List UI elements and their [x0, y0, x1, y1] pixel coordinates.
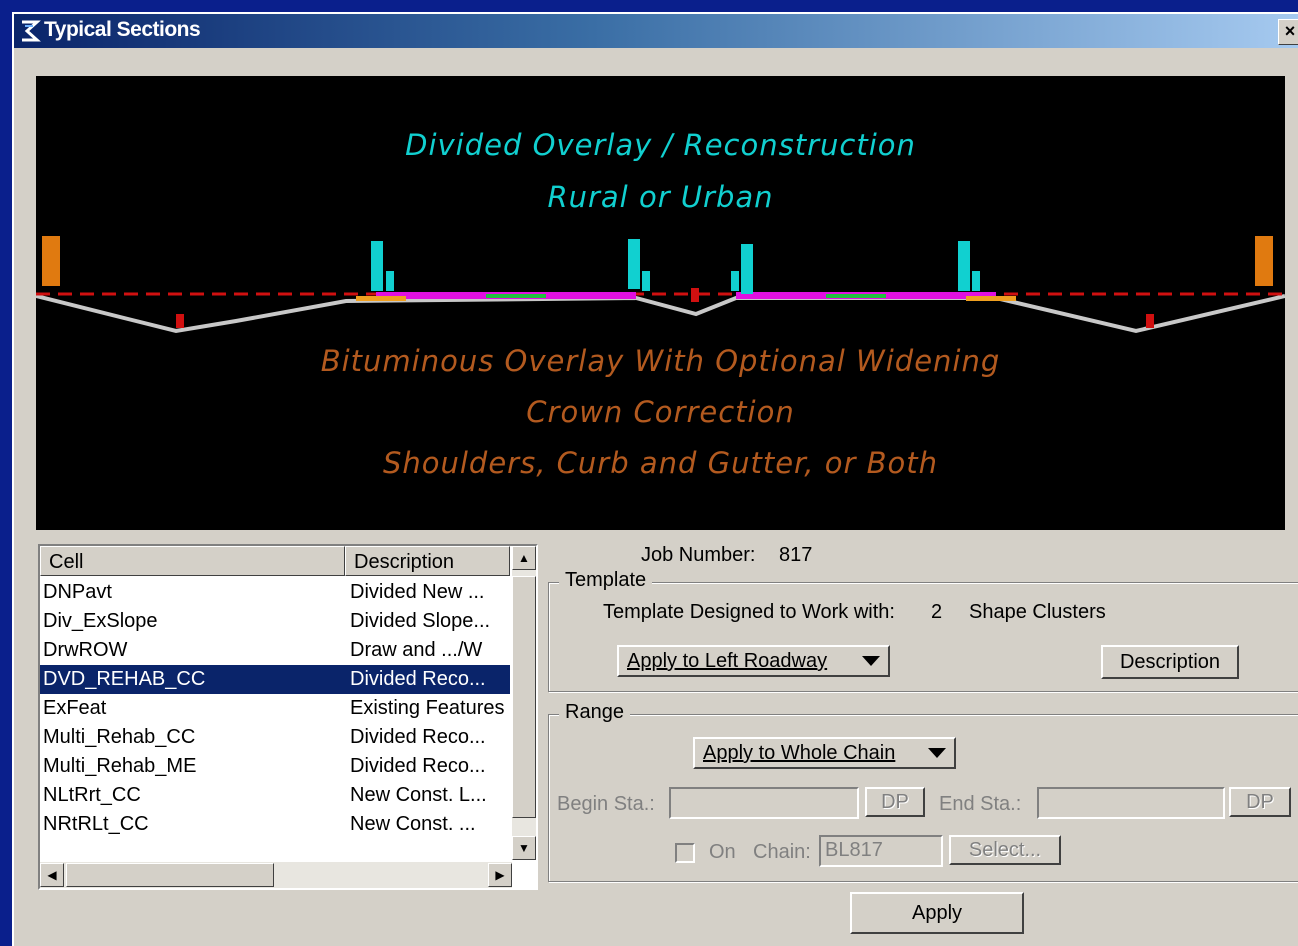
cell-description: Divided New ... [350, 581, 485, 603]
chain-select-button[interactable]: Select... [949, 835, 1061, 865]
widening-left [356, 296, 406, 301]
scroll-down-button[interactable]: ▼ [512, 836, 536, 860]
preview-desc-3: Shoulders, Curb and Gutter, or Both [382, 446, 939, 480]
section-preview: Divided Overlay / Reconstruction Rural o… [36, 76, 1285, 530]
list-header: Cell Description [40, 546, 510, 578]
clusters-label: Shape Clusters [969, 601, 1106, 623]
on-label: On [709, 841, 736, 863]
edge-mark-left [42, 236, 60, 286]
horizontal-scroll-thumb[interactable] [66, 863, 274, 887]
vertical-scrollbar[interactable]: ▲ ▼ [512, 546, 536, 860]
list-item[interactable]: Div_ExSlope Divided Slope... [40, 607, 510, 636]
template-apply-value: Apply to Left Roadway [627, 650, 828, 672]
curb-symbols [371, 239, 980, 294]
scroll-up-button[interactable]: ▲ [512, 546, 536, 570]
cell-description: New Const. ... [350, 813, 476, 835]
app-logo-icon [22, 20, 41, 42]
list-rows: DNPavt Divided New ... Div_ExSlope Divided … [40, 578, 510, 839]
preview-subtitle: Rural or Urban [547, 180, 774, 214]
cell-name: DVD_REHAB_CC [43, 668, 206, 690]
curb-symbol [628, 239, 640, 289]
edge-mark-right [1255, 236, 1273, 286]
end-station-input[interactable] [1037, 787, 1225, 819]
list-item[interactable]: DVD_REHAB_CC Divided Reco... [40, 665, 510, 694]
curb-symbol [958, 241, 970, 291]
clusters-count: 2 [931, 601, 943, 623]
begin-station-input[interactable] [669, 787, 859, 819]
cell-name: DrwROW [43, 639, 128, 661]
list-item[interactable]: DrwROW Draw and .../W [40, 636, 510, 665]
curb-symbol [371, 241, 383, 291]
ground-line [36, 294, 1285, 334]
job-number-label: Job Number: [641, 544, 756, 566]
horizontal-scrollbar[interactable]: ◀ ▶ [40, 862, 512, 888]
chain-label: Chain: [753, 841, 811, 863]
range-group: Range Apply to Whole Chain Begin Sta.: D… [548, 701, 1298, 882]
list-item[interactable]: NRtRLt_CC New Const. ... [40, 810, 510, 839]
range-apply-dropdown[interactable]: Apply to Whole Chain [693, 737, 956, 769]
cell-name: DNPavt [43, 581, 112, 603]
ditch-marker [176, 314, 184, 328]
cell-name: Multi_Rehab_CC [43, 726, 196, 748]
range-apply-value: Apply to Whole Chain [703, 742, 896, 764]
cell-list[interactable]: Cell Description DNPavt Divided New ... Di… [38, 544, 538, 890]
template-designed-label: Template Designed to Work with: [603, 601, 895, 623]
range-group-title: Range [559, 701, 630, 724]
curb-symbol [386, 271, 394, 291]
list-item[interactable]: NLtRrt_CC New Const. L... [40, 781, 510, 810]
list-item[interactable]: Multi_Rehab_ME Divided Reco... [40, 752, 510, 781]
curb-symbol [741, 244, 753, 294]
cell-description: New Const. L... [350, 784, 487, 806]
preview-title: Divided Overlay / Reconstruction [405, 128, 916, 162]
close-button[interactable]: × [1278, 19, 1298, 45]
job-number-value: 817 [779, 544, 813, 566]
list-item[interactable]: Multi_Rehab_CC Divided Reco... [40, 723, 510, 752]
cell-name: ExFeat [43, 697, 107, 719]
vertical-scroll-thumb[interactable] [512, 576, 536, 818]
typical-sections-dialog: Typical Sections × Divided Overlay / Rec… [12, 12, 1298, 946]
curb-symbol [972, 271, 980, 291]
curb-symbol [642, 271, 650, 291]
median-marker [691, 288, 699, 302]
column-header-cell[interactable]: Cell [40, 546, 345, 576]
scroll-right-button[interactable]: ▶ [488, 863, 512, 887]
title-bar[interactable]: Typical Sections × [14, 14, 1298, 48]
curb-symbol [731, 271, 739, 291]
on-chain-checkbox[interactable] [675, 843, 695, 863]
begin-dp-button[interactable]: DP [865, 787, 925, 817]
green-left [486, 294, 546, 298]
chain-input[interactable]: BL817 [819, 835, 943, 867]
cell-description: Draw and .../W [350, 639, 483, 661]
end-station-label: End Sta.: [939, 793, 1022, 815]
template-group-title: Template [559, 569, 653, 592]
list-item[interactable]: ExFeat Existing Features [40, 694, 510, 723]
window-title: Typical Sections [44, 18, 201, 41]
column-header-description[interactable]: Description [345, 546, 510, 576]
ditch-marker [1146, 314, 1154, 328]
preview-desc-2: Crown Correction [526, 395, 795, 429]
green-right [826, 294, 886, 298]
cell-name: Multi_Rehab_ME [43, 755, 197, 777]
template-apply-dropdown[interactable]: Apply to Left Roadway [617, 645, 890, 677]
end-dp-button[interactable]: DP [1229, 787, 1291, 817]
cell-name: NLtRrt_CC [43, 784, 141, 806]
template-group: Template Template Designed to Work with:… [548, 569, 1298, 692]
cell-description: Divided Reco... [350, 668, 486, 690]
widening-right [966, 296, 1016, 301]
cell-description: Existing Features [350, 697, 505, 719]
chevron-down-icon [862, 656, 880, 666]
cell-description: Divided Slope... [350, 610, 491, 632]
cell-name: NRtRLt_CC [43, 813, 149, 835]
preview-desc-1: Bituminous Overlay With Optional Widenin… [320, 344, 1001, 378]
chevron-down-icon [928, 748, 946, 758]
cell-description: Divided Reco... [350, 726, 486, 748]
begin-station-label: Begin Sta.: [557, 793, 655, 815]
description-button[interactable]: Description [1101, 645, 1239, 679]
cell-name: Div_ExSlope [43, 610, 158, 632]
apply-button[interactable]: Apply [850, 892, 1024, 934]
list-item[interactable]: DNPavt Divided New ... [40, 578, 510, 607]
scroll-left-button[interactable]: ◀ [40, 863, 64, 887]
cell-description: Divided Reco... [350, 755, 486, 777]
